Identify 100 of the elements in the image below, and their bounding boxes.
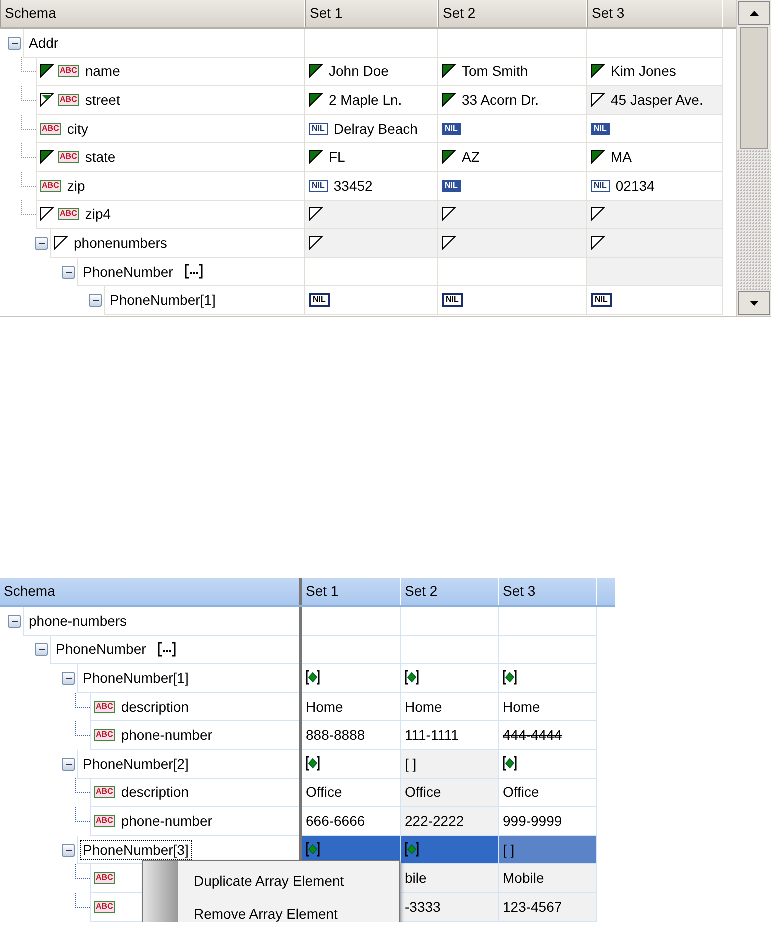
string-type-icon: ABC bbox=[58, 208, 80, 220]
tree-node-label[interactable]: PhoneNumber bbox=[54, 640, 148, 658]
menu-item[interactable]: Duplicate Array Element bbox=[178, 864, 399, 897]
scroll-up-button[interactable] bbox=[738, 1, 770, 25]
tree-node-label[interactable]: name bbox=[83, 62, 122, 80]
cell-value: bile bbox=[405, 870, 427, 886]
column-header[interactable]: Schema bbox=[0, 578, 302, 605]
string-type-icon: ABC bbox=[94, 814, 116, 827]
tree-node-label[interactable]: phone-numbers bbox=[27, 612, 130, 630]
nil-icon: NIL bbox=[591, 180, 610, 192]
tree-node-label[interactable]: Addr bbox=[27, 34, 61, 52]
tree-node-label[interactable]: phone-number bbox=[119, 812, 214, 830]
nil-icon: NIL bbox=[309, 180, 328, 192]
tree-node-label[interactable]: description bbox=[119, 783, 192, 802]
collapse-toggle[interactable] bbox=[62, 758, 75, 771]
tree-node-label[interactable]: city bbox=[65, 120, 90, 138]
cell-value: 666-6666 bbox=[306, 812, 366, 829]
column-header[interactable]: Set 1 bbox=[305, 0, 438, 27]
up-arrow-icon bbox=[750, 10, 759, 16]
cell-value: AZ bbox=[462, 149, 480, 166]
diamond-icon bbox=[306, 670, 320, 686]
collapse-toggle[interactable] bbox=[62, 266, 75, 279]
string-type-icon: ABC bbox=[94, 872, 116, 884]
cell-value: Office bbox=[306, 784, 342, 800]
cell-value: John Doe bbox=[329, 63, 389, 80]
cell-value: 45 Jasper Ave. bbox=[611, 92, 704, 108]
string-type-icon: ABC bbox=[94, 700, 116, 713]
cell-value: [ ] bbox=[503, 842, 515, 858]
cell-value: -3333 bbox=[405, 898, 441, 915]
column-header[interactable]: Set 3 bbox=[499, 578, 597, 605]
cell-value: 222-2222 bbox=[405, 812, 464, 829]
collapse-toggle[interactable] bbox=[8, 614, 21, 628]
tree-node-label[interactable]: PhoneNumber[2] bbox=[81, 754, 191, 773]
string-type-icon: ABC bbox=[58, 151, 80, 164]
cell-value: 33 Acorn Dr. bbox=[462, 92, 540, 108]
diamond-icon bbox=[503, 756, 517, 772]
tree-node-label[interactable]: description bbox=[119, 698, 192, 716]
cell-value: FL bbox=[329, 149, 346, 166]
nil-icon: NIL bbox=[309, 293, 330, 308]
cell-value: Tom Smith bbox=[462, 63, 528, 80]
string-type-icon: ABC bbox=[40, 122, 62, 135]
tree-node-label[interactable]: street bbox=[83, 90, 122, 109]
diamond-icon bbox=[405, 842, 419, 858]
nil-icon: NIL bbox=[442, 293, 463, 308]
tree-node-label[interactable]: phonenumbers bbox=[72, 234, 170, 252]
string-type-icon: ABC bbox=[94, 786, 116, 798]
down-arrow-icon bbox=[750, 300, 759, 306]
cell-value: 888-8888 bbox=[306, 727, 366, 744]
cell-value: Home bbox=[306, 698, 344, 715]
cell-value: Home bbox=[503, 698, 540, 715]
tree-node-label[interactable]: phone-number bbox=[119, 726, 214, 744]
cell-value: 999-9999 bbox=[503, 812, 562, 829]
diamond-icon bbox=[503, 670, 517, 686]
nil-icon: NIL bbox=[309, 122, 328, 135]
collapse-toggle[interactable] bbox=[35, 236, 48, 250]
menu-item[interactable]: Remove Array Element bbox=[178, 897, 399, 922]
scrollbar[interactable] bbox=[736, 0, 771, 316]
scroll-down-button[interactable] bbox=[738, 291, 770, 315]
tree-node-label[interactable]: zip bbox=[65, 176, 88, 195]
tree-node-label[interactable]: zip4 bbox=[83, 205, 114, 224]
collapse-toggle[interactable] bbox=[62, 672, 75, 685]
collapse-toggle[interactable] bbox=[8, 36, 21, 50]
menu-gutter bbox=[143, 861, 178, 922]
diamond-icon bbox=[306, 756, 320, 772]
scroll-thumb[interactable] bbox=[740, 27, 768, 149]
cell-value: 33452 bbox=[334, 178, 373, 194]
cell-value: MA bbox=[611, 149, 632, 166]
string-type-icon: ABC bbox=[94, 900, 116, 913]
collapse-toggle[interactable] bbox=[62, 844, 75, 857]
cell-value: Kim Jones bbox=[611, 63, 676, 80]
cell-value: [ ] bbox=[405, 756, 417, 772]
cell-value: 2 Maple Ln. bbox=[329, 92, 402, 108]
diamond-icon bbox=[306, 842, 320, 858]
column-header[interactable]: Schema bbox=[0, 0, 305, 27]
string-type-icon: ABC bbox=[58, 65, 80, 78]
tree-node-label[interactable]: PhoneNumber[1] bbox=[108, 291, 218, 310]
cell-value: 123-4567 bbox=[503, 898, 562, 915]
tree-node-label[interactable]: state bbox=[83, 148, 118, 166]
collapse-toggle[interactable] bbox=[35, 643, 48, 656]
cell-value: 111-1111 bbox=[405, 727, 459, 744]
string-type-icon: ABC bbox=[40, 180, 62, 192]
column-header[interactable]: Set 2 bbox=[401, 578, 499, 605]
nil-icon: NIL bbox=[591, 293, 612, 308]
column-header[interactable]: Set 1 bbox=[302, 578, 401, 605]
column-header[interactable]: Set 2 bbox=[438, 0, 587, 27]
column-header[interactable]: Set 3 bbox=[587, 0, 723, 27]
diamond-icon bbox=[405, 670, 419, 686]
string-type-icon: ABC bbox=[94, 729, 116, 742]
cell-value: Office bbox=[503, 784, 540, 800]
cell-value: 02134 bbox=[616, 178, 655, 194]
tree-node-label[interactable]: PhoneNumber[3] bbox=[81, 840, 191, 859]
tree-node-label[interactable]: PhoneNumber[1] bbox=[81, 668, 191, 687]
string-type-icon: ABC bbox=[58, 94, 80, 106]
cell-value: Office bbox=[405, 784, 442, 800]
cell-value: 444-4444 bbox=[503, 727, 562, 744]
nil-icon: NIL bbox=[442, 122, 461, 135]
collapse-toggle[interactable] bbox=[89, 294, 102, 308]
tree-node-label[interactable]: PhoneNumber bbox=[81, 262, 176, 281]
nil-icon: NIL bbox=[591, 122, 610, 135]
cell-value: Home bbox=[405, 698, 442, 715]
